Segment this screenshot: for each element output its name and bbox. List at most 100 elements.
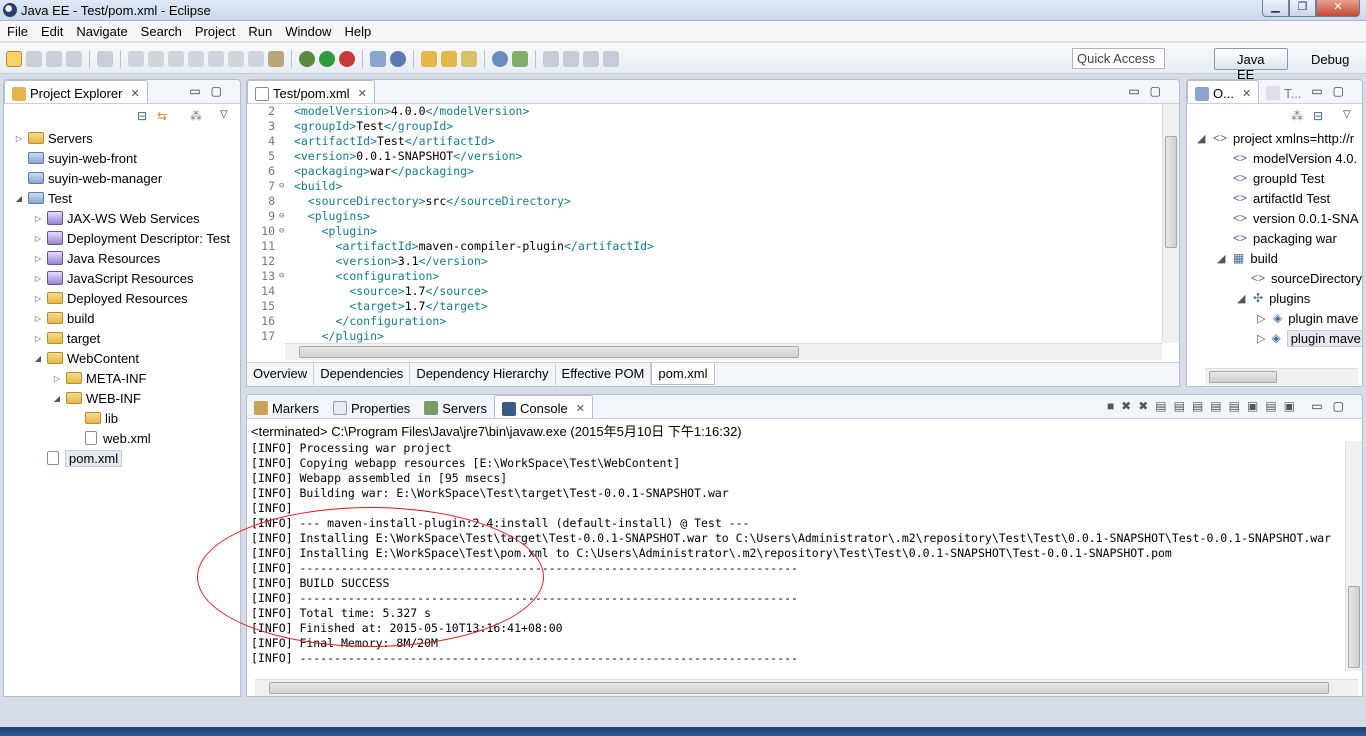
view-menu-icon[interactable]: ▽: [1343, 109, 1351, 120]
new-server-icon[interactable]: [370, 51, 386, 67]
tab-dependencies[interactable]: Dependencies: [314, 363, 411, 385]
collapse-all-icon[interactable]: ⊟: [137, 109, 147, 123]
tree-item[interactable]: ▷ build: [4, 308, 240, 328]
outline-item[interactable]: <> version 0.0.1-SNA: [1197, 208, 1362, 228]
tree-item[interactable]: lib: [4, 408, 240, 428]
tree-item[interactable]: ▷ Servers: [4, 128, 240, 148]
outline-item[interactable]: ◢ ✣ plugins: [1197, 288, 1362, 308]
tab-overview[interactable]: Overview: [247, 363, 315, 385]
view-menu-icon[interactable]: ▽: [220, 109, 228, 120]
fold-toggle[interactable]: ⊖: [279, 209, 287, 224]
tab-outline[interactable]: O... ✕: [1187, 80, 1260, 103]
outline-item[interactable]: ▷ ◈ plugin mave: [1197, 328, 1362, 348]
scroll-thumb[interactable]: [299, 346, 799, 358]
menu-edit[interactable]: Edit: [34, 24, 69, 39]
editor-horizontal-scrollbar[interactable]: [285, 343, 1162, 360]
tab-effective-pom[interactable]: Effective POM: [556, 363, 652, 385]
tree-item[interactable]: ◢ WebContent: [4, 348, 240, 368]
external-tools-icon[interactable]: [339, 51, 355, 67]
link-icon[interactable]: [512, 51, 528, 67]
step-into-icon[interactable]: [208, 51, 224, 67]
scroll-thumb[interactable]: [1209, 371, 1277, 383]
quick-access-input[interactable]: Quick Access: [1072, 48, 1165, 69]
save-all-icon[interactable]: [46, 51, 62, 67]
skip-breakpoints-icon[interactable]: [97, 51, 113, 67]
menu-help[interactable]: Help: [337, 24, 377, 39]
scroll-thumb[interactable]: [1348, 586, 1360, 668]
tab-console[interactable]: Console ✕: [494, 395, 593, 418]
outline-item[interactable]: <> packaging war: [1197, 228, 1362, 248]
step-return-icon[interactable]: [248, 51, 264, 67]
console-vertical-scrollbar[interactable]: [1345, 441, 1362, 671]
outline-item[interactable]: <> modelVersion 4.0.: [1197, 148, 1362, 168]
use-step-filters-icon[interactable]: [268, 51, 284, 67]
expand-twisty-icon[interactable]: ▷: [1257, 312, 1267, 325]
outline-item[interactable]: ◢ ▦ build: [1197, 248, 1362, 268]
menu-navigate[interactable]: Navigate: [69, 24, 133, 39]
minimize-maximize-icons[interactable]: ▭▢: [1311, 399, 1354, 413]
save-icon[interactable]: [26, 51, 42, 67]
expand-twisty-icon[interactable]: ▷: [33, 214, 43, 223]
expand-twisty-icon[interactable]: ◢: [1197, 132, 1207, 145]
scroll-thumb[interactable]: [269, 682, 1329, 694]
tree-item[interactable]: suyin-web-front: [4, 148, 240, 168]
tree-item[interactable]: ◢ WEB-INF: [4, 388, 240, 408]
tree-item[interactable]: ▷ JAX-WS Web Services: [4, 208, 240, 228]
tree-item[interactable]: ▷ Java Resources: [4, 248, 240, 268]
tab-task-list[interactable]: T...: [1259, 80, 1308, 103]
expand-twisty-icon[interactable]: ▷: [33, 314, 43, 323]
tab-pom-xml[interactable]: Test/pom.xml ✕: [247, 80, 375, 103]
resume-icon[interactable]: [128, 51, 144, 67]
expand-twisty-icon[interactable]: ▷: [14, 134, 24, 143]
open-task-icon[interactable]: [441, 51, 457, 67]
tree-item[interactable]: ▷ Deployed Resources: [4, 288, 240, 308]
minimize-button[interactable]: ▁: [1262, 0, 1289, 17]
disconnect-icon[interactable]: [188, 51, 204, 67]
annotation-nav-icon[interactable]: [543, 51, 559, 67]
forward-icon[interactable]: [603, 51, 619, 67]
link-with-editor-icon[interactable]: ⇆: [157, 109, 167, 123]
console-output[interactable]: [INFO] Processing war project [INFO] Copy…: [251, 441, 1344, 671]
filter-icon[interactable]: ⁂: [1291, 109, 1303, 123]
step-over-icon[interactable]: [228, 51, 244, 67]
close-icon[interactable]: ✕: [576, 402, 585, 415]
minimize-maximize-icons[interactable]: ▭▢: [1128, 84, 1171, 98]
print-icon[interactable]: [66, 51, 82, 67]
console-toolbar-icons[interactable]: ■✖✖▤▤▤▤▤▣▤▣: [1107, 399, 1302, 413]
run-icon[interactable]: [319, 51, 335, 67]
tree-item[interactable]: ▷ target: [4, 328, 240, 348]
scroll-thumb[interactable]: [1165, 136, 1177, 248]
outline-item[interactable]: ▷ ◈ plugin mave: [1197, 308, 1362, 328]
tab-markers[interactable]: Markers: [247, 395, 326, 418]
open-browser-icon[interactable]: [492, 51, 508, 67]
xml-source-editor[interactable]: 2 <modelVersion> 4.0.0 </modelVersion> 3 <g…: [247, 104, 1179, 343]
tab-pom-xml-source[interactable]: pom.xml: [651, 363, 715, 385]
close-icon[interactable]: ✕: [130, 87, 139, 100]
expand-twisty-icon[interactable]: ◢: [52, 394, 62, 403]
expand-twisty-icon[interactable]: ▷: [33, 294, 43, 303]
expand-twisty-icon[interactable]: ▷: [33, 334, 43, 343]
tree-item[interactable]: ▷ Deployment Descriptor: Test: [4, 228, 240, 248]
tab-servers[interactable]: Servers: [417, 395, 494, 418]
back-icon[interactable]: [583, 51, 599, 67]
expand-twisty-icon[interactable]: ◢: [1217, 252, 1227, 265]
tree-item[interactable]: ▷ JavaScript Resources: [4, 268, 240, 288]
open-type-icon[interactable]: [421, 51, 437, 67]
menu-search[interactable]: Search: [134, 24, 188, 39]
outline-item[interactable]: <> groupId Test: [1197, 168, 1362, 188]
outline-item[interactable]: ◢ <> project xmlns=http://r: [1197, 128, 1362, 148]
outline-horizontal-scrollbar[interactable]: [1205, 368, 1358, 385]
expand-twisty-icon[interactable]: ▷: [33, 274, 43, 283]
expand-twisty-icon[interactable]: ▷: [1257, 332, 1265, 345]
expand-twisty-icon[interactable]: ▷: [52, 374, 62, 383]
tree-item[interactable]: suyin-web-manager: [4, 168, 240, 188]
close-icon[interactable]: ✕: [358, 87, 367, 100]
editor-vertical-scrollbar[interactable]: [1162, 104, 1179, 343]
expand-twisty-icon[interactable]: ▷: [33, 234, 43, 243]
suspend-icon[interactable]: [148, 51, 164, 67]
filter-icon[interactable]: ⁂: [190, 109, 202, 123]
tab-properties[interactable]: Properties: [326, 395, 417, 418]
minimize-maximize-icons[interactable]: ▭▢: [189, 84, 232, 98]
fold-toggle[interactable]: ⊖: [279, 269, 287, 284]
tab-dependency-hierarchy[interactable]: Dependency Hierarchy: [410, 363, 556, 385]
